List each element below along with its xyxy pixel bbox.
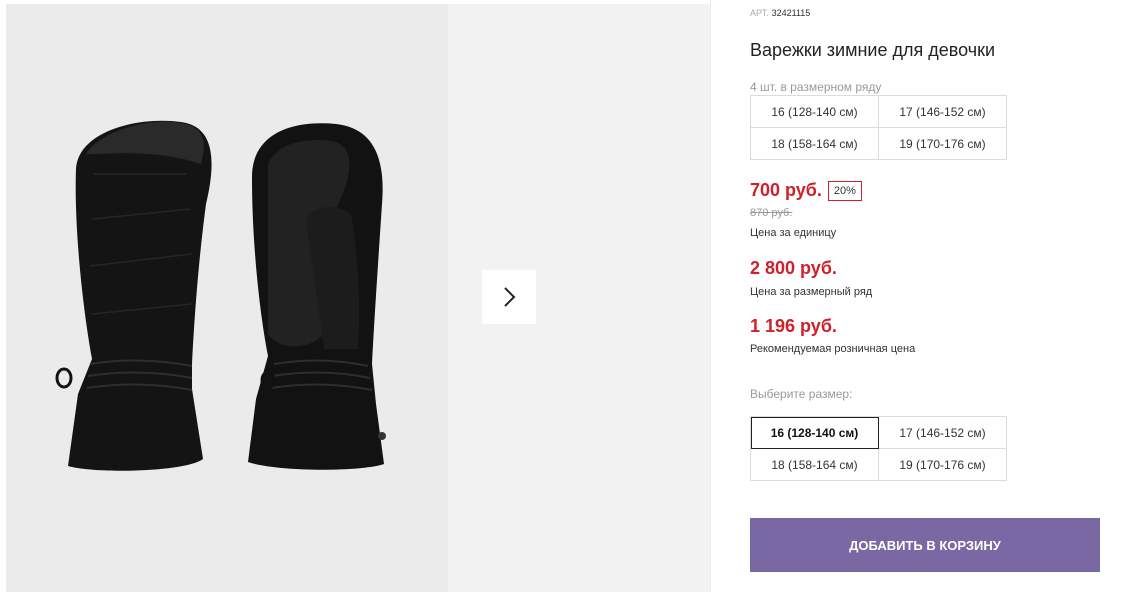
pack-size-cell: 19 (170-176 см) [879,128,1007,160]
chevron-right-icon [504,287,516,307]
divider [710,0,711,592]
pack-price: 2 800 руб. [750,258,837,278]
pack-size-table: 16 (128-140 см) 17 (146-152 см) 18 (158-… [750,95,1007,160]
pack-size-cell: 18 (158-164 см) [751,128,879,160]
size-option-17[interactable]: 17 (146-152 см) [879,417,1007,449]
pack-price-caption: Цена за размерный ряд [750,286,873,298]
unit-price-caption: Цена за единицу [750,227,837,239]
unit-price-row: 700 руб. 20% [750,180,862,201]
gallery-next-button[interactable] [482,270,536,324]
size-picker: 16 (128-140 см) 17 (146-152 см) 18 (158-… [750,416,1007,481]
product-image [6,4,448,592]
discount-badge: 20% [827,180,862,201]
article-number: АРТ. 32421115 [750,8,810,18]
product-gallery [6,4,710,592]
retail-price-caption: Рекомендуемая розничная цена [750,343,916,355]
size-picker-label: Выберите размер: [750,387,853,401]
size-option-19[interactable]: 19 (170-176 см) [879,449,1007,481]
size-option-18[interactable]: 18 (158-164 см) [751,449,879,481]
pack-note: 4 шт. в размерном ряду [750,80,882,94]
add-to-cart-button[interactable]: ДОБАВИТЬ В КОРЗИНУ [750,518,1100,572]
unit-price: 700 руб. [750,180,822,200]
mittens-image [55,120,386,471]
product-title: Варежки зимние для девочки [750,40,996,60]
pack-size-cell: 16 (128-140 см) [751,96,879,128]
retail-price: 1 196 руб. [750,316,837,336]
article-value: 32421115 [771,8,811,18]
pack-size-cell: 17 (146-152 см) [879,96,1007,128]
article-prefix: АРТ. [750,8,769,18]
size-option-16[interactable]: 16 (128-140 см) [751,417,879,449]
old-price: 870 руб. [750,207,793,219]
